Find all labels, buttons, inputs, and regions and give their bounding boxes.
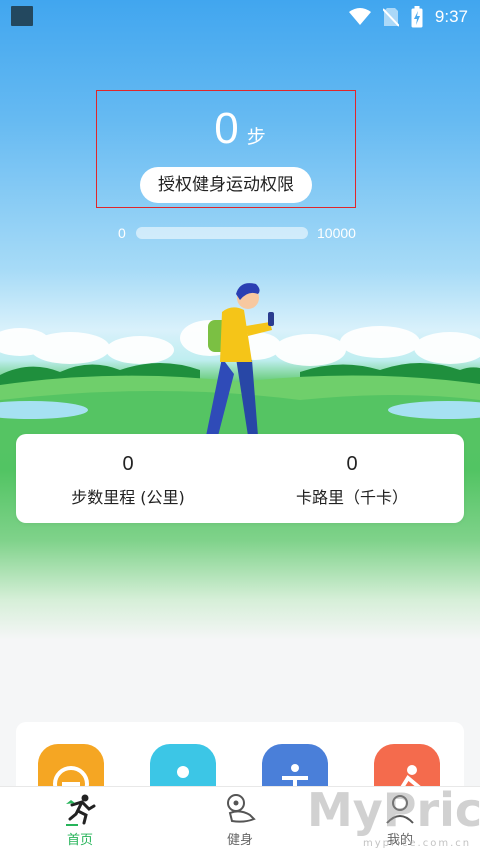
step-unit: 步 (246, 126, 266, 148)
grant-permission-button[interactable]: 授权健身运动权限 (140, 167, 312, 203)
scale-icon (227, 794, 256, 823)
goal-progress: 0 10000 (0, 224, 480, 244)
runner-icon (66, 794, 96, 826)
wifi-icon (348, 8, 371, 25)
profile-icon (386, 795, 414, 824)
progress-max-label: 10000 (317, 225, 356, 241)
nav-label-fitness: 健身 (226, 833, 253, 848)
calories-stat: 0 卡路里（千卡） (240, 434, 464, 508)
status-time: 9:37 (434, 7, 468, 26)
battery-charging-icon (411, 6, 423, 28)
no-sim-icon (382, 8, 399, 27)
bottom-nav: 首页 健身 我的 (0, 786, 480, 854)
status-bar: 9:37 (0, 0, 480, 32)
progress-track (136, 227, 308, 239)
step-value: 0 (214, 104, 239, 153)
walking-person-scene (0, 283, 480, 450)
progress-min-label: 0 (118, 225, 126, 241)
distance-stat: 0 步数里程 (公里) (16, 434, 240, 508)
nav-label-mine: 我的 (386, 833, 413, 848)
nav-item-home[interactable]: 首页 (0, 787, 160, 854)
step-counter: 0步 (0, 104, 480, 154)
nav-item-mine[interactable]: 我的 (320, 787, 480, 854)
calories-value: 0 (346, 453, 358, 475)
calories-label: 卡路里（千卡） (295, 488, 408, 507)
status-icons: 9:37 (348, 6, 468, 28)
stats-card: 0 步数里程 (公里) 0 卡路里（千卡） (16, 434, 464, 523)
nav-item-fitness[interactable]: 健身 (160, 787, 320, 854)
distance-label: 步数里程 (公里) (71, 488, 185, 507)
nav-label-home: 首页 (66, 833, 93, 848)
distance-value: 0 (122, 453, 134, 475)
app-icon (11, 6, 33, 26)
